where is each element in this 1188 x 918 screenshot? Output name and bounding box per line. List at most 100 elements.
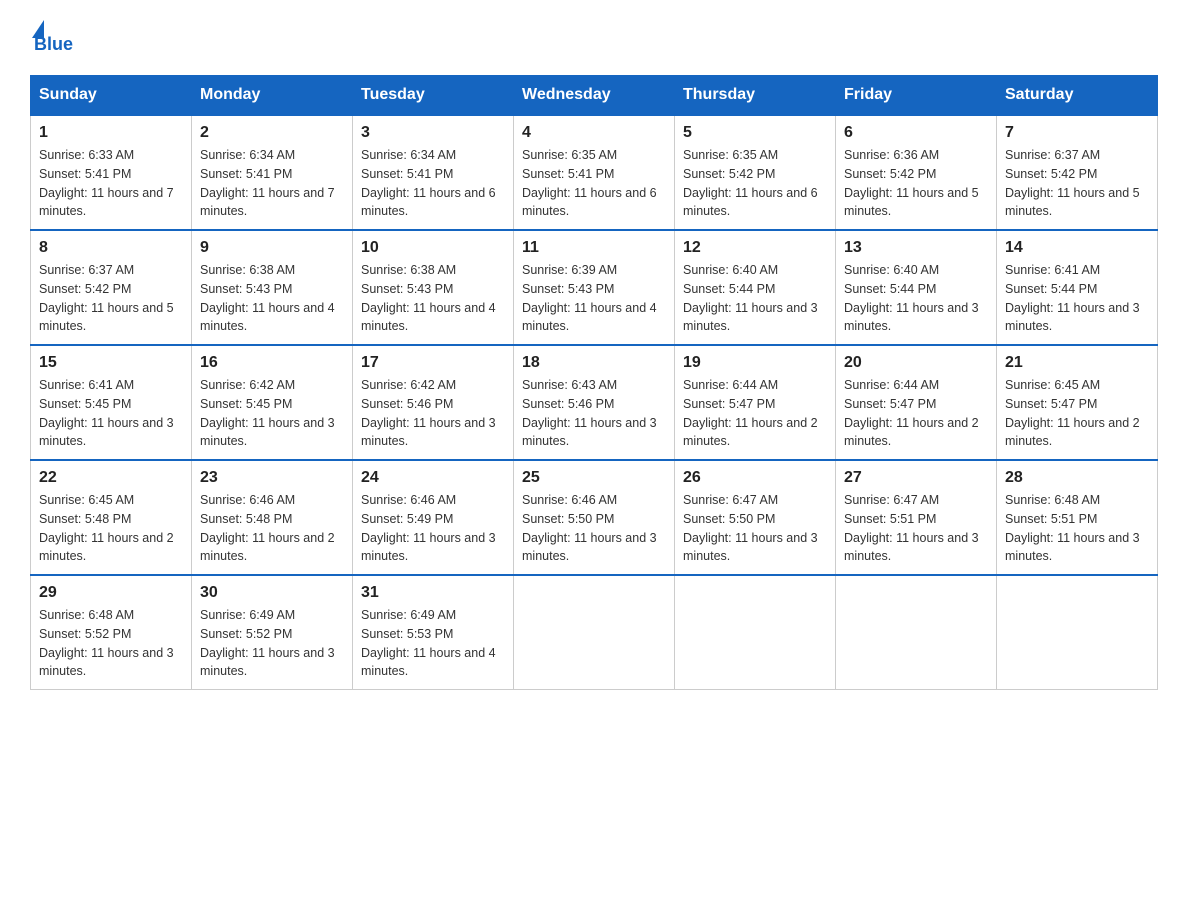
day-info: Sunrise: 6:37 AMSunset: 5:42 PMDaylight:… [39,263,174,333]
calendar-header-row: SundayMondayTuesdayWednesdayThursdayFrid… [31,76,1158,116]
calendar-day-cell: 5 Sunrise: 6:35 AMSunset: 5:42 PMDayligh… [675,115,836,230]
day-number: 24 [361,469,505,487]
day-info: Sunrise: 6:39 AMSunset: 5:43 PMDaylight:… [522,263,657,333]
day-info: Sunrise: 6:42 AMSunset: 5:46 PMDaylight:… [361,378,496,448]
day-info: Sunrise: 6:44 AMSunset: 5:47 PMDaylight:… [683,378,818,448]
calendar-day-cell: 24 Sunrise: 6:46 AMSunset: 5:49 PMDaylig… [353,460,514,575]
weekday-header-sunday: Sunday [31,76,192,116]
calendar-day-cell: 7 Sunrise: 6:37 AMSunset: 5:42 PMDayligh… [997,115,1158,230]
calendar-day-cell: 12 Sunrise: 6:40 AMSunset: 5:44 PMDaylig… [675,230,836,345]
day-number: 25 [522,469,666,487]
day-number: 31 [361,584,505,602]
calendar-week-row: 22 Sunrise: 6:45 AMSunset: 5:48 PMDaylig… [31,460,1158,575]
calendar-day-cell: 6 Sunrise: 6:36 AMSunset: 5:42 PMDayligh… [836,115,997,230]
weekday-header-wednesday: Wednesday [514,76,675,116]
calendar-day-cell: 17 Sunrise: 6:42 AMSunset: 5:46 PMDaylig… [353,345,514,460]
calendar-day-cell: 31 Sunrise: 6:49 AMSunset: 5:53 PMDaylig… [353,575,514,690]
day-info: Sunrise: 6:46 AMSunset: 5:50 PMDaylight:… [522,493,657,563]
day-number: 16 [200,354,344,372]
calendar-day-cell: 2 Sunrise: 6:34 AMSunset: 5:41 PMDayligh… [192,115,353,230]
calendar-day-cell: 29 Sunrise: 6:48 AMSunset: 5:52 PMDaylig… [31,575,192,690]
day-info: Sunrise: 6:41 AMSunset: 5:44 PMDaylight:… [1005,263,1140,333]
day-number: 12 [683,239,827,257]
day-number: 23 [200,469,344,487]
calendar-day-cell: 18 Sunrise: 6:43 AMSunset: 5:46 PMDaylig… [514,345,675,460]
calendar-day-cell: 14 Sunrise: 6:41 AMSunset: 5:44 PMDaylig… [997,230,1158,345]
calendar-day-cell: 19 Sunrise: 6:44 AMSunset: 5:47 PMDaylig… [675,345,836,460]
calendar-day-cell: 30 Sunrise: 6:49 AMSunset: 5:52 PMDaylig… [192,575,353,690]
calendar-day-cell: 15 Sunrise: 6:41 AMSunset: 5:45 PMDaylig… [31,345,192,460]
day-number: 19 [683,354,827,372]
day-number: 27 [844,469,988,487]
empty-cell [997,575,1158,690]
day-number: 17 [361,354,505,372]
calendar-day-cell: 28 Sunrise: 6:48 AMSunset: 5:51 PMDaylig… [997,460,1158,575]
day-number: 21 [1005,354,1149,372]
day-number: 18 [522,354,666,372]
day-info: Sunrise: 6:35 AMSunset: 5:41 PMDaylight:… [522,148,657,218]
day-number: 14 [1005,239,1149,257]
day-info: Sunrise: 6:41 AMSunset: 5:45 PMDaylight:… [39,378,174,448]
day-info: Sunrise: 6:34 AMSunset: 5:41 PMDaylight:… [361,148,496,218]
calendar-day-cell: 21 Sunrise: 6:45 AMSunset: 5:47 PMDaylig… [997,345,1158,460]
day-number: 22 [39,469,183,487]
day-info: Sunrise: 6:40 AMSunset: 5:44 PMDaylight:… [683,263,818,333]
calendar-day-cell: 16 Sunrise: 6:42 AMSunset: 5:45 PMDaylig… [192,345,353,460]
day-number: 13 [844,239,988,257]
day-info: Sunrise: 6:45 AMSunset: 5:47 PMDaylight:… [1005,378,1140,448]
day-info: Sunrise: 6:47 AMSunset: 5:51 PMDaylight:… [844,493,979,563]
empty-cell [836,575,997,690]
calendar-day-cell: 25 Sunrise: 6:46 AMSunset: 5:50 PMDaylig… [514,460,675,575]
calendar-day-cell: 9 Sunrise: 6:38 AMSunset: 5:43 PMDayligh… [192,230,353,345]
logo-subtitle: Blue [34,34,73,55]
day-number: 10 [361,239,505,257]
weekday-header-saturday: Saturday [997,76,1158,116]
calendar-day-cell: 4 Sunrise: 6:35 AMSunset: 5:41 PMDayligh… [514,115,675,230]
calendar-day-cell: 13 Sunrise: 6:40 AMSunset: 5:44 PMDaylig… [836,230,997,345]
day-number: 28 [1005,469,1149,487]
calendar-day-cell: 8 Sunrise: 6:37 AMSunset: 5:42 PMDayligh… [31,230,192,345]
day-info: Sunrise: 6:49 AMSunset: 5:53 PMDaylight:… [361,608,496,678]
calendar-day-cell: 22 Sunrise: 6:45 AMSunset: 5:48 PMDaylig… [31,460,192,575]
day-info: Sunrise: 6:35 AMSunset: 5:42 PMDaylight:… [683,148,818,218]
calendar-week-row: 1 Sunrise: 6:33 AMSunset: 5:41 PMDayligh… [31,115,1158,230]
calendar-day-cell: 27 Sunrise: 6:47 AMSunset: 5:51 PMDaylig… [836,460,997,575]
day-info: Sunrise: 6:42 AMSunset: 5:45 PMDaylight:… [200,378,335,448]
day-number: 20 [844,354,988,372]
empty-cell [675,575,836,690]
day-number: 9 [200,239,344,257]
calendar-week-row: 29 Sunrise: 6:48 AMSunset: 5:52 PMDaylig… [31,575,1158,690]
calendar-day-cell: 20 Sunrise: 6:44 AMSunset: 5:47 PMDaylig… [836,345,997,460]
day-number: 1 [39,124,183,142]
day-number: 11 [522,239,666,257]
calendar-week-row: 15 Sunrise: 6:41 AMSunset: 5:45 PMDaylig… [31,345,1158,460]
day-info: Sunrise: 6:46 AMSunset: 5:49 PMDaylight:… [361,493,496,563]
day-number: 4 [522,124,666,142]
day-info: Sunrise: 6:33 AMSunset: 5:41 PMDaylight:… [39,148,174,218]
day-number: 7 [1005,124,1149,142]
weekday-header-friday: Friday [836,76,997,116]
day-info: Sunrise: 6:38 AMSunset: 5:43 PMDaylight:… [361,263,496,333]
day-info: Sunrise: 6:44 AMSunset: 5:47 PMDaylight:… [844,378,979,448]
page-header: Blue [30,20,1158,55]
weekday-header-tuesday: Tuesday [353,76,514,116]
empty-cell [514,575,675,690]
day-info: Sunrise: 6:36 AMSunset: 5:42 PMDaylight:… [844,148,979,218]
day-number: 30 [200,584,344,602]
day-info: Sunrise: 6:38 AMSunset: 5:43 PMDaylight:… [200,263,335,333]
calendar-day-cell: 26 Sunrise: 6:47 AMSunset: 5:50 PMDaylig… [675,460,836,575]
day-number: 15 [39,354,183,372]
logo: Blue [30,20,73,55]
weekday-header-monday: Monday [192,76,353,116]
day-info: Sunrise: 6:46 AMSunset: 5:48 PMDaylight:… [200,493,335,563]
day-info: Sunrise: 6:48 AMSunset: 5:52 PMDaylight:… [39,608,174,678]
calendar-table: SundayMondayTuesdayWednesdayThursdayFrid… [30,75,1158,690]
day-info: Sunrise: 6:48 AMSunset: 5:51 PMDaylight:… [1005,493,1140,563]
day-info: Sunrise: 6:43 AMSunset: 5:46 PMDaylight:… [522,378,657,448]
day-info: Sunrise: 6:47 AMSunset: 5:50 PMDaylight:… [683,493,818,563]
day-info: Sunrise: 6:34 AMSunset: 5:41 PMDaylight:… [200,148,335,218]
day-number: 29 [39,584,183,602]
day-info: Sunrise: 6:37 AMSunset: 5:42 PMDaylight:… [1005,148,1140,218]
day-info: Sunrise: 6:40 AMSunset: 5:44 PMDaylight:… [844,263,979,333]
day-number: 8 [39,239,183,257]
